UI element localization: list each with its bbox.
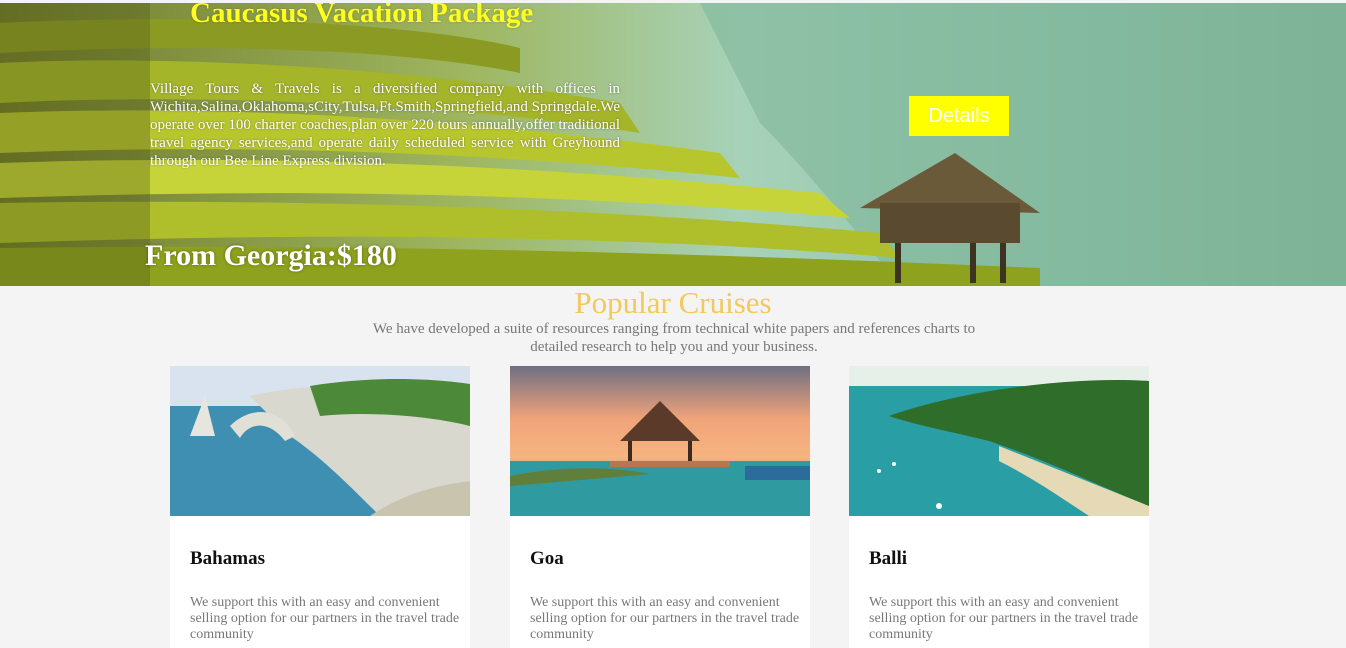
cruise-card-bahamas[interactable]: Bahamas We support this with an easy and… bbox=[170, 366, 470, 648]
card-title: Goa bbox=[530, 548, 564, 569]
bahamas-image bbox=[170, 366, 470, 516]
section-subtitle: We have developed a suite of resources r… bbox=[372, 321, 976, 355]
hero-banner: Caucasus Vacation Package Village Tours … bbox=[0, 3, 1346, 286]
details-button[interactable]: Details bbox=[909, 96, 1009, 136]
hero-description: Village Tours & Travels is a diversified… bbox=[150, 81, 620, 169]
card-text: We support this with an easy and conveni… bbox=[530, 595, 800, 642]
hero-price: From Georgia:$180 bbox=[145, 239, 397, 272]
card-text: We support this with an easy and conveni… bbox=[869, 595, 1139, 642]
hero-title: Caucasus Vacation Package bbox=[190, 3, 534, 29]
cruise-card-goa[interactable]: Goa We support this with an easy and con… bbox=[510, 366, 810, 648]
card-title: Balli bbox=[869, 548, 908, 569]
card-title: Bahamas bbox=[190, 548, 265, 569]
balli-image bbox=[849, 366, 1149, 516]
card-text: We support this with an easy and conveni… bbox=[190, 595, 460, 642]
goa-image bbox=[510, 366, 810, 516]
cruise-card-balli[interactable]: Balli We support this with an easy and c… bbox=[849, 366, 1149, 648]
section-title: Popular Cruises bbox=[574, 285, 772, 320]
